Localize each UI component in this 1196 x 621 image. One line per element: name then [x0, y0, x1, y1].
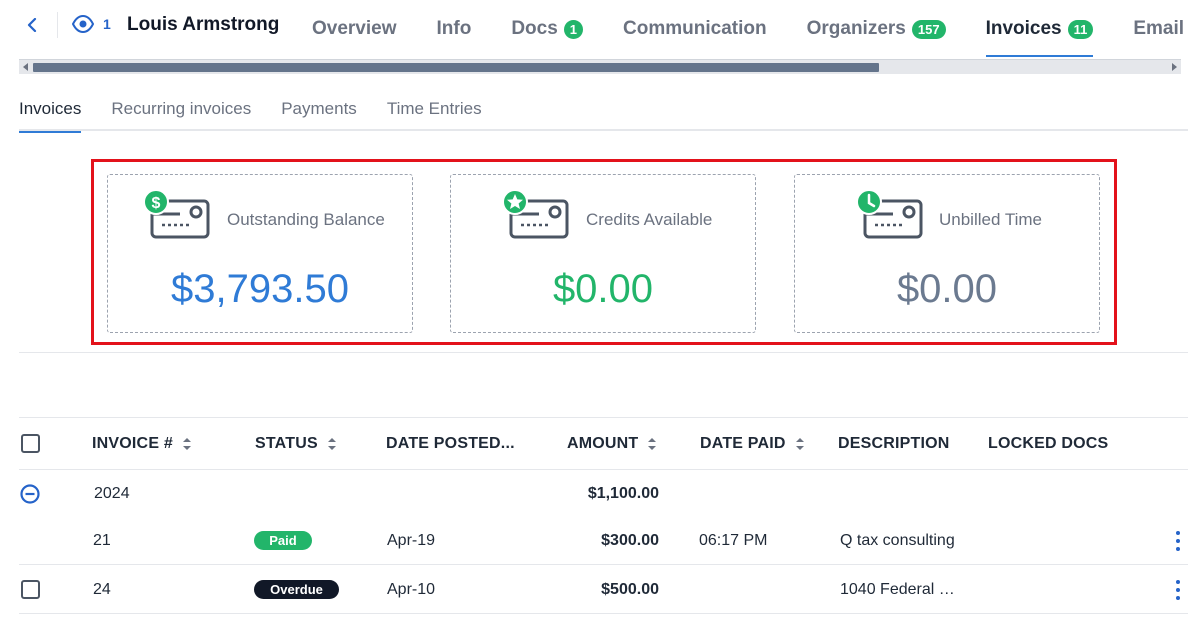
sort-icon[interactable]	[327, 438, 336, 450]
date-posted: Apr-10	[387, 581, 436, 598]
column-date-posted[interactable]: DATE POSTED...	[386, 435, 515, 453]
column-locked-docs[interactable]: LOCKED DOCS	[988, 435, 1108, 453]
description: Q tax consulting	[840, 532, 955, 549]
invoice-number: 24	[93, 581, 111, 598]
svg-text:$: $	[152, 195, 161, 212]
organizers-count-badge: 157	[911, 19, 946, 39]
row-checkbox[interactable]	[21, 580, 40, 599]
dollar-badge-icon: $	[143, 189, 210, 239]
tab-label: Overview	[312, 18, 397, 39]
tab-email[interactable]: Email	[1133, 0, 1184, 58]
row-actions-kebab-icon[interactable]	[1173, 578, 1183, 602]
group-year: 2024	[94, 485, 130, 502]
unbilled-time-value: $0.00	[896, 267, 998, 311]
column-amount[interactable]: AMOUNT	[567, 435, 657, 453]
description: 1040 Federal …	[840, 581, 955, 598]
client-header: 1 Louis Armstrong Overview Info Docs 1 Co…	[0, 0, 1196, 58]
row-actions-kebab-icon[interactable]	[1173, 529, 1183, 553]
sort-icon[interactable]	[182, 438, 191, 450]
select-all-checkbox[interactable]	[21, 434, 40, 453]
subtab-invoices[interactable]: Invoices	[19, 93, 82, 133]
credits-available-card: Credits Available $0.00	[450, 174, 756, 333]
tab-docs[interactable]: Docs 1	[511, 0, 584, 58]
collapse-minus-icon[interactable]	[20, 484, 40, 504]
table-row[interactable]: 21 Paid Apr-19 $300.00 06:17 PM Q tax co…	[19, 517, 1188, 565]
column-invoice-number[interactable]: INVOICE #	[92, 435, 191, 453]
unbilled-time-card: Unbilled Time $0.00	[794, 174, 1100, 333]
tab-invoices[interactable]: Invoices 11	[985, 0, 1094, 58]
tab-label: Communication	[623, 18, 767, 39]
table-row[interactable]: 24 Overdue Apr-10 $500.00 1040 Federal …	[19, 566, 1188, 614]
star-badge-icon	[502, 189, 569, 239]
chevron-left-icon	[27, 18, 37, 32]
subtab-recurring-invoices[interactable]: Recurring invoices	[111, 93, 251, 131]
section-divider	[19, 352, 1188, 353]
tab-overview[interactable]: Overview	[312, 0, 397, 58]
clock-badge-icon	[856, 189, 923, 239]
date-posted: Apr-19	[387, 532, 436, 549]
invoices-count-badge: 11	[1067, 19, 1094, 39]
invoice-table-header: INVOICE # STATUS DATE POSTED... AMOUNT D…	[19, 418, 1188, 470]
client-name: Louis Armstrong	[127, 14, 280, 35]
column-date-paid[interactable]: DATE PAID	[700, 435, 804, 453]
column-label: AMOUNT	[567, 435, 639, 452]
scroll-right-arrow-icon[interactable]	[1172, 63, 1177, 71]
scrollbar-thumb[interactable]	[33, 63, 879, 72]
column-label: DESCRIPTION	[838, 435, 950, 452]
tab-organizers[interactable]: Organizers 157	[807, 0, 946, 58]
main-tabs: Overview Info Docs 1 Communication Organi…	[312, 0, 1196, 58]
tab-label: Docs	[511, 18, 558, 39]
card-label: Outstanding Balance	[227, 210, 385, 229]
column-label: INVOICE #	[92, 435, 173, 452]
column-label: LOCKED DOCS	[988, 435, 1109, 452]
tabs-horizontal-scrollbar[interactable]	[19, 59, 1181, 74]
group-amount: $1,100.00	[587, 485, 659, 502]
date-paid: 06:17 PM	[699, 532, 768, 549]
tab-communication[interactable]: Communication	[623, 0, 767, 58]
outstanding-balance-card: $ Outstanding Balance $3,793.50	[107, 174, 413, 333]
status-badge: Paid	[254, 531, 312, 550]
card-label: Credits Available	[586, 210, 713, 229]
credits-available-value: $0.00	[552, 267, 654, 311]
header-divider	[57, 12, 58, 38]
column-status[interactable]: STATUS	[255, 435, 336, 453]
invoice-number: 21	[93, 532, 111, 549]
subtab-payments[interactable]: Payments	[281, 93, 357, 131]
tab-label: Email	[1133, 18, 1185, 39]
sort-icon[interactable]	[795, 438, 804, 450]
outstanding-balance-value: $3,793.50	[171, 267, 349, 311]
invoice-subtabs: Invoices Recurring invoices Payments Tim…	[19, 93, 1188, 133]
back-button[interactable]	[22, 14, 42, 36]
scroll-left-arrow-icon[interactable]	[23, 63, 28, 71]
tab-info[interactable]: Info	[437, 0, 472, 58]
column-label: DATE POSTED...	[386, 435, 515, 452]
eye-icon[interactable]	[72, 15, 94, 33]
year-group-row: 2024 $1,100.00	[19, 470, 1188, 518]
docs-count-badge: 1	[563, 19, 584, 39]
sort-icon[interactable]	[648, 438, 657, 450]
column-label: DATE PAID	[700, 435, 786, 452]
amount: $300.00	[601, 532, 659, 549]
viewer-count: 1	[103, 16, 111, 32]
card-label: Unbilled Time	[939, 210, 1042, 229]
column-label: STATUS	[255, 435, 318, 452]
status-badge: Overdue	[254, 580, 339, 599]
amount: $500.00	[601, 581, 659, 598]
tab-label: Organizers	[806, 18, 906, 39]
column-description[interactable]: DESCRIPTION	[838, 435, 950, 453]
tab-label: Invoices	[985, 18, 1062, 39]
subtab-time-entries[interactable]: Time Entries	[387, 93, 482, 131]
tab-label: Info	[436, 18, 472, 39]
